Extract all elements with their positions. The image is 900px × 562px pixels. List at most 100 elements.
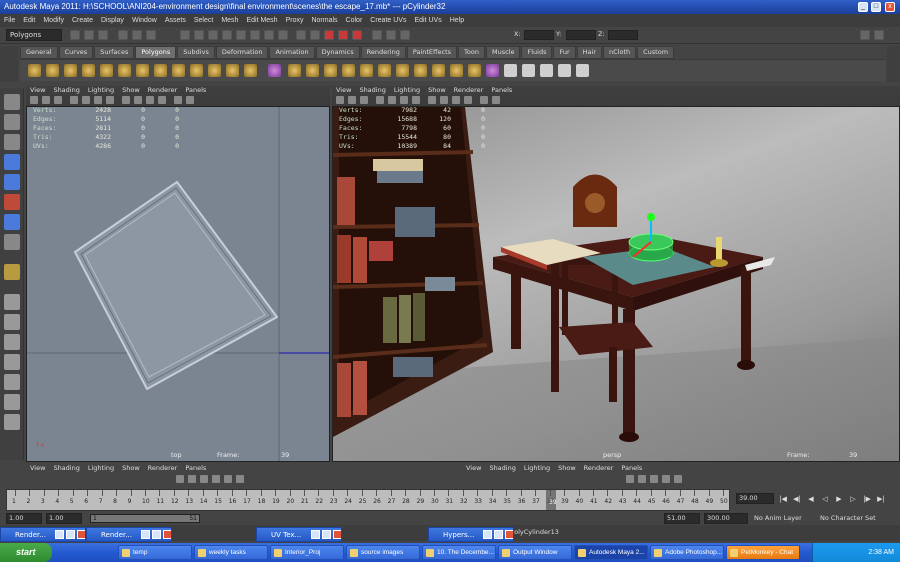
close-icon[interactable] xyxy=(77,530,85,539)
clock[interactable]: 2:38 AM xyxy=(868,549,894,556)
render-settings-icon[interactable] xyxy=(352,30,362,40)
snap-curve-icon[interactable] xyxy=(310,30,320,40)
poly-plane-icon[interactable] xyxy=(100,64,113,77)
br-menu-show[interactable]: Show xyxy=(554,464,580,473)
pick-curves-icon[interactable] xyxy=(222,30,232,40)
maximize-icon[interactable] xyxy=(322,530,331,539)
menu-proxy[interactable]: Proxy xyxy=(282,14,308,27)
soft-mod-icon[interactable] xyxy=(4,234,20,250)
tab-polygons[interactable]: Polygons xyxy=(135,46,177,59)
step-forward-key-icon[interactable]: |▶ xyxy=(862,494,872,504)
isolate-icon[interactable] xyxy=(186,96,194,104)
minimize-button[interactable]: _ xyxy=(858,2,868,12)
smooth-shade-icon[interactable] xyxy=(224,475,232,483)
taskbar-item-music[interactable]: 10. The Decembe... xyxy=(422,545,496,560)
tab-dynamics[interactable]: Dynamics xyxy=(315,46,360,59)
select-tool-icon[interactable] xyxy=(4,94,20,110)
poly-torus-icon[interactable] xyxy=(118,64,131,77)
step-back-frame-icon[interactable]: ◀ xyxy=(806,494,816,504)
image-plane-icon[interactable] xyxy=(376,96,384,104)
smooth-icon[interactable] xyxy=(268,64,281,77)
wireframe-icon[interactable] xyxy=(212,475,220,483)
poly-helix-icon[interactable] xyxy=(190,64,203,77)
maximize-icon[interactable] xyxy=(66,530,75,539)
maximize-icon[interactable] xyxy=(152,530,161,539)
right-menu-view[interactable]: View xyxy=(332,86,355,95)
sculpt-icon[interactable] xyxy=(486,64,499,77)
textured-icon[interactable] xyxy=(146,96,154,104)
select-component-icon[interactable] xyxy=(146,30,156,40)
extract-icon[interactable] xyxy=(468,64,481,77)
select-object-icon[interactable] xyxy=(132,30,142,40)
left-menu-shading[interactable]: Shading xyxy=(49,86,83,95)
textured-icon[interactable] xyxy=(452,96,460,104)
menu-create[interactable]: Create xyxy=(68,14,97,27)
tab-fluids[interactable]: Fluids xyxy=(521,46,553,59)
extrude-icon[interactable] xyxy=(288,64,301,77)
menu-mesh[interactable]: Mesh xyxy=(217,14,242,27)
single-perspective-layout-icon[interactable] xyxy=(4,294,20,310)
tab-curves[interactable]: Curves xyxy=(58,46,94,59)
hypershade-layout-icon[interactable] xyxy=(4,374,20,390)
menu-create-uvs[interactable]: Create UVs xyxy=(366,14,410,27)
render-window-minimized-1[interactable]: Render... xyxy=(0,527,86,542)
lasso-tool-icon[interactable] xyxy=(4,114,20,130)
menu-modify[interactable]: Modify xyxy=(39,14,68,27)
save-scene-icon[interactable] xyxy=(98,30,108,40)
time-slider[interactable]: 1 2 3 4 5 6 7 8 9 10 11 12 13 14 15 16 17 18 19 20 21 22 23 24 2… xyxy=(6,489,730,511)
show-attribute-editor-icon[interactable] xyxy=(860,30,870,40)
poly-sphere-icon[interactable] xyxy=(28,64,41,77)
poly-cube-icon[interactable] xyxy=(46,64,59,77)
tab-fur[interactable]: Fur xyxy=(553,46,576,59)
step-back-key-icon[interactable]: ◀| xyxy=(792,494,802,504)
poly-pipe-icon[interactable] xyxy=(172,64,185,77)
play-backward-icon[interactable]: ◁ xyxy=(820,494,830,504)
right-menu-lighting[interactable]: Lighting xyxy=(390,86,424,95)
taskbar-item-output-window[interactable]: Output Window xyxy=(498,545,572,560)
camera-select-icon[interactable] xyxy=(176,475,184,483)
left-menu-lighting[interactable]: Lighting xyxy=(84,86,118,95)
wireframe-icon[interactable] xyxy=(650,475,658,483)
merge-icon[interactable] xyxy=(414,64,427,77)
bl-menu-view[interactable]: View xyxy=(26,464,49,473)
tab-surfaces[interactable]: Surfaces xyxy=(94,46,135,59)
taskbar-item-maya[interactable]: Autodesk Maya 2... xyxy=(574,545,648,560)
lights-icon[interactable] xyxy=(158,96,166,104)
bl-menu-panels[interactable]: Panels xyxy=(181,464,210,473)
isolate-icon[interactable] xyxy=(492,96,500,104)
current-time-field[interactable]: 39.00 xyxy=(736,493,774,504)
ipr-render-icon[interactable] xyxy=(338,30,348,40)
restore-icon[interactable] xyxy=(483,530,492,539)
tab-animation[interactable]: Animation xyxy=(269,46,315,59)
menu-select[interactable]: Select xyxy=(190,14,217,27)
manipulator-icon[interactable] xyxy=(4,214,20,230)
menu-assets[interactable]: Assets xyxy=(161,14,190,27)
tab-deformation[interactable]: Deformation xyxy=(215,46,269,59)
wireframe-icon[interactable] xyxy=(122,96,130,104)
tab-hair[interactable]: Hair xyxy=(576,46,603,59)
pick-rendering-icon[interactable] xyxy=(278,30,288,40)
duplicate-face-icon[interactable] xyxy=(450,64,463,77)
top-viewport[interactable]: Verts: 2428 0 0 Edges: 5114 0 0 Faces: 2811 0 0 T… xyxy=(26,106,330,462)
tab-toon[interactable]: Toon xyxy=(458,46,485,59)
tab-general[interactable]: General xyxy=(20,46,58,59)
camera-attributes-icon[interactable] xyxy=(42,96,50,104)
pick-surfaces-icon[interactable] xyxy=(236,30,246,40)
menu-file[interactable]: File xyxy=(0,14,19,27)
br-menu-view[interactable]: View xyxy=(462,464,485,473)
wireframe-icon[interactable] xyxy=(428,96,436,104)
tab-muscle[interactable]: Muscle xyxy=(485,46,521,59)
grid-icon[interactable] xyxy=(82,96,90,104)
image-plane-icon[interactable] xyxy=(70,96,78,104)
taskbar-item-source-images[interactable]: source images xyxy=(346,545,420,560)
lights-icon[interactable] xyxy=(236,475,244,483)
close-icon[interactable] xyxy=(333,530,341,539)
pick-handles-icon[interactable] xyxy=(194,30,204,40)
y-field[interactable] xyxy=(566,30,596,40)
tab-painteffects[interactable]: PaintEffects xyxy=(406,46,458,59)
x-field[interactable] xyxy=(524,30,554,40)
restore-icon[interactable] xyxy=(311,530,320,539)
br-menu-panels[interactable]: Panels xyxy=(617,464,646,473)
tab-rendering[interactable]: Rendering xyxy=(360,46,406,59)
play-forward-icon[interactable]: ▶ xyxy=(834,494,844,504)
